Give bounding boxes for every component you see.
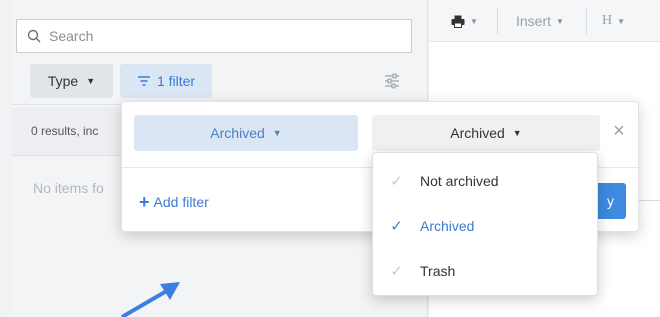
chevron-down-icon: ▼ [86,76,96,86]
print-button[interactable]: ▼ [451,11,478,31]
type-filter-button[interactable]: Type ▼ [30,64,113,98]
insert-menu-label: Insert [516,13,552,29]
filter-field-select[interactable]: Archived ▼ [134,115,358,151]
plus-icon: + [139,192,150,212]
insert-menu-button[interactable]: Insert ▼ [516,11,564,31]
dropdown-option-label: Archived [420,218,475,234]
check-icon: ✓ [390,263,403,280]
filter-icon [137,76,150,86]
results-count: 0 results, inc [31,124,99,138]
close-icon[interactable]: × [609,121,629,141]
divider [639,200,660,201]
chevron-down-icon: ▼ [470,16,478,26]
filter-field-label: Archived [210,125,265,141]
dropdown-option-trash[interactable]: ✓ Trash [373,253,599,289]
chevron-down-icon: ▼ [512,128,522,138]
dropdown-option-label: Not archived [420,173,499,189]
filter-value-label: Archived [450,125,505,141]
search-icon [27,29,41,43]
archive-status-dropdown: ✓ Not archived ✓ Archived ✓ Trash [372,152,598,296]
check-icon: ✓ [390,218,403,235]
dropdown-option-archived[interactable]: ✓ Archived [373,208,599,244]
editor-toolbar: ▼ Insert ▼ H ▼ [429,0,660,42]
filter-value-select[interactable]: Archived ▼ [372,115,600,151]
type-filter-label: Type [47,73,79,89]
toolbar-divider [497,8,498,34]
filter-count-label: 1 filter [156,73,196,89]
chevron-down-icon: ▼ [556,16,564,26]
search-input[interactable] [49,28,389,44]
search-box[interactable] [16,19,412,53]
dropdown-option-label: Trash [420,263,456,279]
add-filter-label: Add filter [153,194,209,210]
empty-state-text: No items fo [33,180,104,196]
chevron-down-icon: ▼ [617,16,626,26]
sliders-icon[interactable] [383,72,401,90]
heading-menu-label: H [602,13,613,28]
apply-button-label: y [607,193,614,209]
pointer-arrow-icon [120,282,180,317]
printer-icon [451,15,465,28]
add-filter-button[interactable]: + Add filter [139,192,209,212]
dropdown-option-not-archived[interactable]: ✓ Not archived [373,163,599,199]
filter-count-button[interactable]: 1 filter [120,64,212,98]
heading-menu-button[interactable]: H ▼ [602,11,625,31]
toolbar-divider [586,8,587,34]
chevron-down-icon: ▼ [272,128,282,138]
check-icon: ✓ [390,173,403,190]
